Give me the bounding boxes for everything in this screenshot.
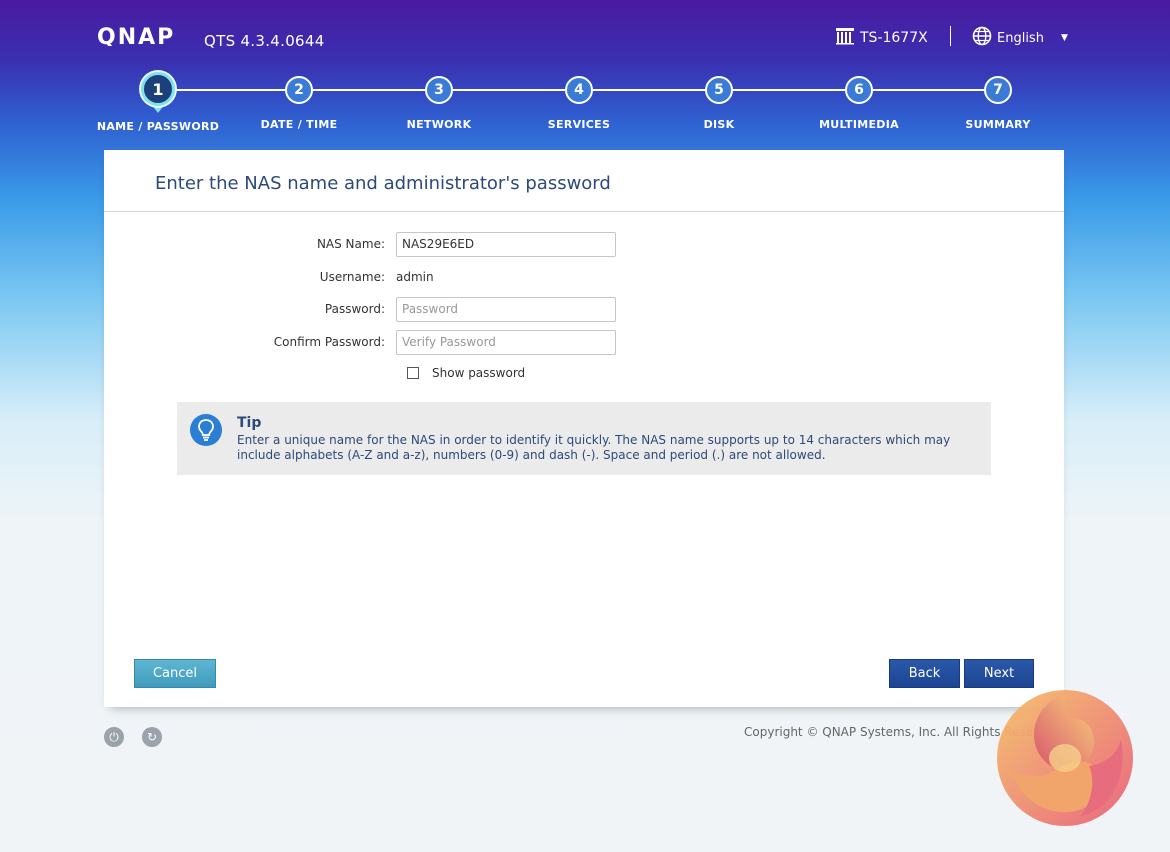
username-value: admin: [396, 270, 434, 284]
cancel-button[interactable]: Cancel: [134, 659, 216, 688]
show-password-label: Show password: [432, 366, 526, 380]
step-number: 5: [705, 76, 733, 104]
nas-name-row: NAS Name:: [104, 231, 1064, 257]
globe-icon: [972, 26, 992, 50]
language-selector[interactable]: English ▼: [972, 26, 1068, 50]
setup-panel: Enter the NAS name and administrator's p…: [104, 150, 1064, 707]
step-services: 4 SERVICES: [499, 70, 659, 131]
step-label: NETWORK: [406, 118, 472, 131]
watermark-logo: [993, 684, 1143, 832]
restart-icon[interactable]: ↻: [142, 727, 162, 747]
model-info: TS-1677X: [835, 27, 928, 49]
step-name-password: 1 NAME / PASSWORD: [78, 70, 238, 133]
language-label: English: [997, 30, 1044, 46]
setup-stepper: 1 NAME / PASSWORD 2 DATE / TIME 3 NETWOR…: [0, 70, 1170, 140]
step-number: 2: [285, 76, 313, 104]
header-divider: [950, 26, 951, 46]
step-label: SUMMARY: [965, 118, 1031, 131]
step-number: 1: [141, 72, 175, 106]
step-label: DISK: [703, 118, 735, 131]
model-name: TS-1677X: [860, 30, 928, 46]
step-number: 7: [984, 76, 1012, 104]
confirm-password-label: Confirm Password:: [273, 335, 385, 349]
username-label: Username:: [319, 270, 385, 284]
power-icon[interactable]: ⏻: [104, 727, 124, 747]
nas-name-input[interactable]: [396, 231, 616, 257]
username-row: Username: admin: [104, 264, 1064, 290]
step-network: 3 NETWORK: [359, 70, 519, 131]
step-multimedia: 6 MULTIMEDIA: [779, 70, 939, 131]
back-button[interactable]: Back: [889, 659, 960, 688]
panel-title: Enter the NAS name and administrator's p…: [155, 173, 611, 194]
brand-text: QNAP: [97, 26, 175, 46]
title-divider: [104, 211, 1064, 212]
show-password-row: Show password: [407, 366, 525, 380]
step-date-time: 2 DATE / TIME: [219, 70, 379, 131]
tip-box: Tip Enter a unique name for the NAS in o…: [177, 402, 991, 475]
confirm-password-input[interactable]: [396, 329, 616, 355]
step-disk: 5 DISK: [639, 70, 799, 131]
lightbulb-icon: [190, 414, 222, 446]
password-row: Password:: [104, 296, 1064, 322]
step-number: 4: [565, 76, 593, 104]
nas-device-icon: [835, 27, 855, 49]
step-label: MULTIMEDIA: [819, 118, 899, 131]
tip-title: Tip: [237, 415, 262, 431]
password-input[interactable]: [396, 296, 616, 322]
step-label: NAME / PASSWORD: [96, 120, 220, 133]
confirm-password-row: Confirm Password:: [104, 329, 1064, 355]
tip-text: Enter a unique name for the NAS in order…: [237, 433, 951, 462]
step-summary: 7 SUMMARY: [918, 70, 1078, 131]
step-label: SERVICES: [547, 118, 611, 131]
nas-name-label: NAS Name:: [316, 237, 385, 251]
step-number: 6: [845, 76, 873, 104]
step-number: 3: [425, 76, 453, 104]
version-label: QTS 4.3.4.0644: [204, 32, 325, 50]
password-label: Password:: [324, 302, 385, 316]
caret-down-icon: ▼: [1060, 33, 1068, 43]
step-label: DATE / TIME: [260, 118, 338, 131]
qnap-logo: QNAP: [97, 26, 193, 46]
show-password-checkbox[interactable]: [407, 367, 419, 379]
